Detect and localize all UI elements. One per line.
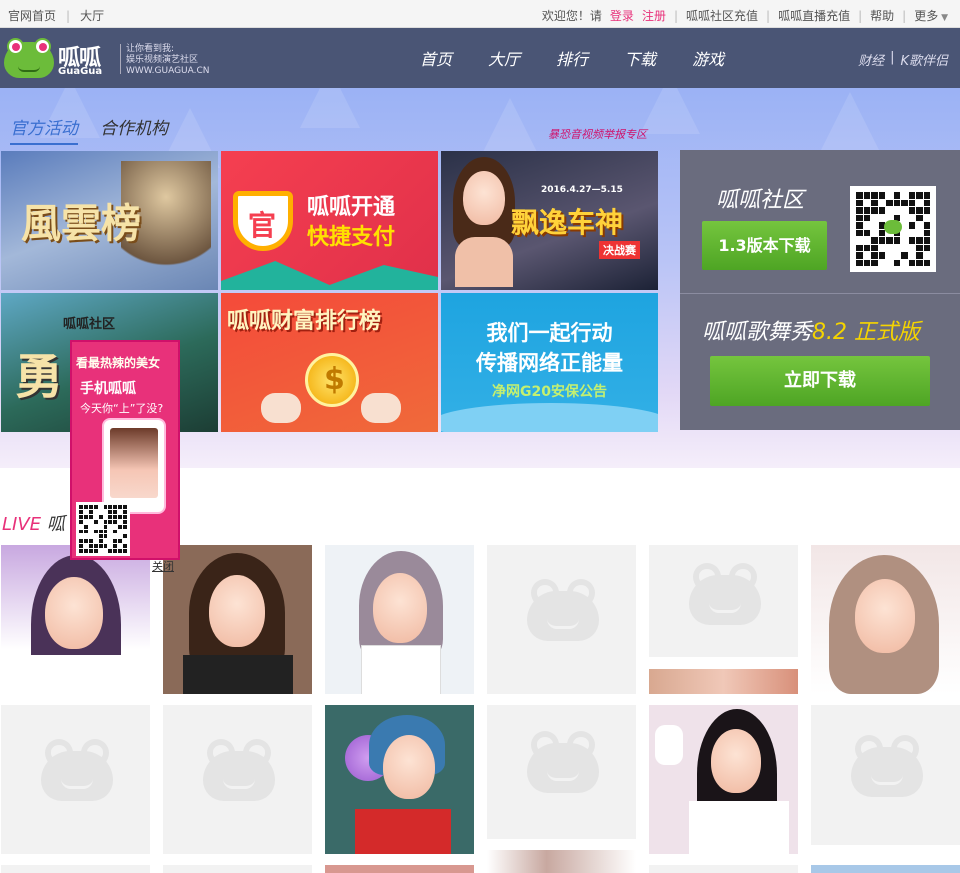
community-title: 呱呱社区 (716, 188, 805, 213)
logo-slogan: 让你看到我: 娱乐视频演艺社区 WWW.GUAGUA.CN (126, 44, 210, 76)
divider: | (858, 8, 863, 23)
more-menu[interactable]: 更多 ▼ (914, 7, 948, 24)
banner-line3: 净网G20安保公告 (492, 384, 607, 400)
frog-logo-icon (4, 38, 54, 78)
nav-games[interactable]: 游戏 (692, 46, 724, 70)
banner-tag: 决战赛 (599, 241, 640, 259)
close-ad-button[interactable]: 关闭 (152, 558, 174, 574)
ktv-partner-link[interactable]: K歌伴侣 (900, 50, 948, 69)
download-v13-button[interactable]: 1.3版本下载 (702, 221, 827, 270)
frog-placeholder-icon (203, 739, 275, 805)
hand-illustration (261, 393, 301, 423)
live-room-card[interactable] (163, 545, 312, 694)
live-room-card[interactable] (649, 705, 798, 854)
dance-show-title: 呱呱歌舞秀8.2 正式版 (702, 320, 920, 345)
tab-official-activity[interactable]: 官方活动 (10, 114, 78, 145)
decorative-shapes (221, 261, 438, 290)
finance-link[interactable]: 财经 (858, 50, 884, 69)
live-room-card[interactable] (1, 545, 150, 694)
live-room-card[interactable] (811, 865, 960, 873)
banner-title: 勇 (15, 349, 64, 405)
live-room-card[interactable] (649, 669, 798, 694)
nav-download[interactable]: 下载 (624, 46, 656, 70)
logo-sub: GuaGua (58, 66, 103, 77)
banner-top-text: 呱呱社区 (63, 317, 116, 332)
live-room-placeholder[interactable] (487, 545, 636, 694)
banner-clean-net[interactable]: 我们一起行动 传播网络正能量 净网G20安保公告 (441, 293, 658, 432)
live-room-card[interactable] (325, 545, 474, 694)
live-room-placeholder[interactable] (487, 705, 636, 839)
live-room-card[interactable] (325, 865, 474, 873)
frog-logo-icon (884, 220, 902, 234)
floating-mobile-ad[interactable]: 看最热辣的美女 手机呱呱 今天你“上”了没? (70, 340, 180, 560)
ad-qr-code (76, 502, 130, 556)
login-link[interactable]: 登录 (610, 7, 634, 24)
register-link[interactable]: 注册 (642, 7, 666, 24)
character-illustration (449, 157, 519, 287)
banner-wealth-ranking[interactable]: 呱呱财富排行榜 $ (221, 293, 438, 432)
hand-illustration (361, 393, 401, 423)
ad-line1: 看最热辣的美女 (76, 356, 161, 370)
live-room-card[interactable] (811, 545, 960, 694)
download-now-button[interactable]: 立即下载 (710, 356, 930, 406)
banner-line1: 呱呱开通 (307, 195, 396, 220)
banner-date: 2016.4.27—5.15 (541, 185, 623, 195)
divider: | (902, 8, 907, 23)
divider: | (673, 8, 678, 23)
frog-placeholder-icon (527, 731, 599, 797)
divider: | (766, 8, 771, 23)
hall-link[interactable]: 大厅 (80, 7, 104, 24)
report-zone-link[interactable]: 暴恐音视频举报专区 (548, 126, 647, 142)
nav-hall[interactable]: 大厅 (488, 46, 520, 70)
shield-icon: 官 (233, 191, 293, 251)
frog-placeholder-icon (41, 739, 113, 805)
divider: | (66, 8, 71, 23)
live-room-placeholder[interactable] (649, 865, 798, 873)
banner-line2: 快捷支付 (307, 225, 396, 250)
live-room-placeholder[interactable] (163, 705, 312, 854)
banner-title: 飘逸车神 (511, 206, 624, 239)
frog-placeholder-icon (851, 735, 923, 801)
frog-placeholder-icon (689, 563, 761, 629)
top-bar: 官网首页 | 大厅 欢迎您！请 登录 注册 | 呱呱社区充值 | 呱呱直播充值 … (0, 0, 960, 28)
chevron-down-icon: ▼ (938, 13, 948, 23)
banner-title: 呱呱财富排行榜 (227, 309, 382, 334)
live-room-placeholder[interactable] (649, 545, 798, 657)
help-link[interactable]: 帮助 (870, 7, 894, 24)
tab-partners[interactable]: 合作机构 (100, 114, 168, 145)
coin-icon: $ (305, 353, 359, 407)
main-nav: 首页 大厅 排行 下载 游戏 (420, 46, 724, 70)
nav-ranking[interactable]: 排行 (556, 46, 588, 70)
banner-racing[interactable]: 2016.4.27—5.15 飘逸车神 决战赛 (441, 151, 658, 290)
live-room-placeholder[interactable] (811, 705, 960, 845)
frog-placeholder-icon (527, 579, 599, 645)
ad-line2: 手机呱呱 (80, 381, 136, 397)
community-recharge-link[interactable]: 呱呱社区充值 (686, 7, 758, 24)
banner-fengyun[interactable]: 風雲榜 (1, 151, 218, 290)
banner-quick-pay[interactable]: 官 呱呱开通 快捷支付 (221, 151, 438, 290)
qr-code (850, 186, 936, 272)
ad-line3: 今天你“上”了没? (80, 402, 164, 415)
download-panel: 呱呱社区 1.3版本下载 呱呱歌舞秀8.2 正式版 立即下载 (680, 150, 960, 430)
main-header: 呱呱 GuaGua 让你看到我: 娱乐视频演艺社区 WWW.GUAGUA.CN … (0, 28, 960, 88)
live-room-card[interactable] (487, 850, 636, 873)
ad-photo (110, 428, 158, 498)
more-label: 更多 (914, 9, 939, 23)
live-room-placeholder[interactable] (1, 865, 150, 873)
banner-title: 風雲榜 (21, 201, 141, 247)
cloud-decoration (441, 403, 658, 432)
divider: | (890, 50, 895, 65)
banner-line1: 我们一起行动 (486, 321, 613, 345)
live-room-card[interactable] (325, 705, 474, 854)
live-room-placeholder[interactable] (163, 865, 312, 873)
official-home-link[interactable]: 官网首页 (8, 7, 56, 24)
welcome-text: 欢迎您！请 (541, 9, 602, 23)
logo-divider (120, 44, 121, 74)
live-room-placeholder[interactable] (1, 705, 150, 854)
phone-icon (102, 418, 166, 514)
live-recharge-link[interactable]: 呱呱直播充值 (778, 7, 850, 24)
guagua-logo[interactable]: 呱呱 GuaGua 让你看到我: 娱乐视频演艺社区 WWW.GUAGUA.CN (4, 38, 210, 80)
banner-line2: 传播网络正能量 (476, 351, 623, 375)
nav-home[interactable]: 首页 (420, 46, 452, 70)
